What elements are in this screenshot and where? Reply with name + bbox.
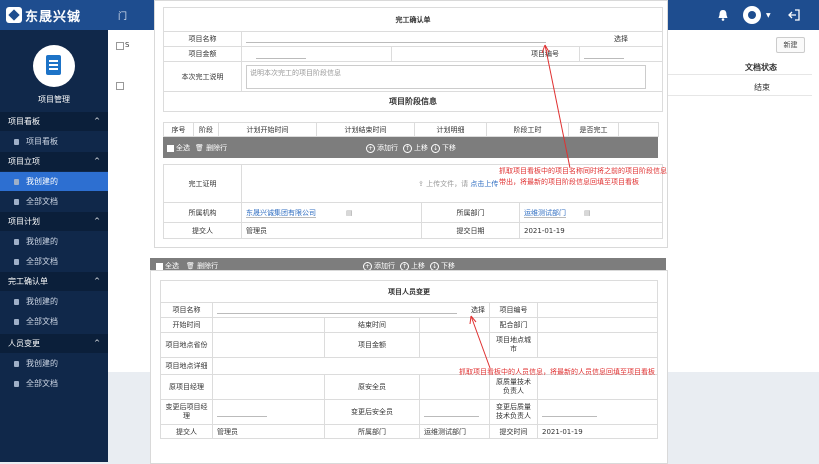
annotation-arrow-1 bbox=[544, 44, 571, 169]
annotation-arrows bbox=[469, 44, 571, 369]
annotation-arrow-2 bbox=[470, 315, 491, 369]
